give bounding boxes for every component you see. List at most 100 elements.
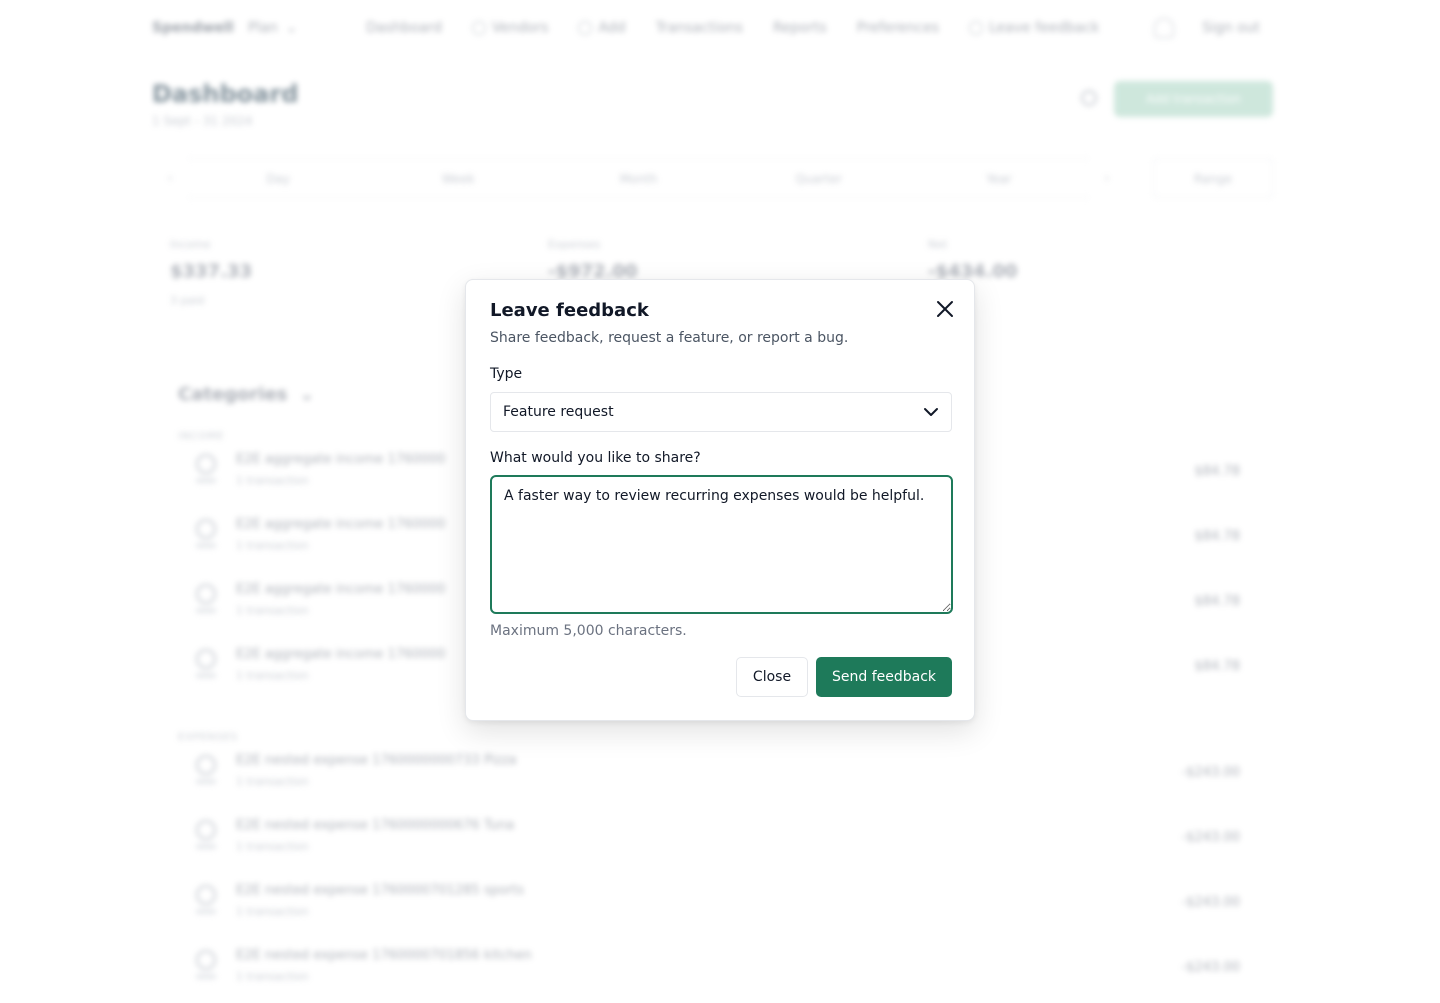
send-feedback-button[interactable]: Send feedback — [816, 657, 952, 697]
top-nav: Spendwell Plan ⌄ Dashboard Vendors Add T… — [152, 12, 1260, 44]
category-amount: $84.78 — [1194, 529, 1241, 544]
chevron-left-icon[interactable]: ‹ — [152, 171, 188, 185]
category-amount: $84.78 — [1194, 464, 1241, 479]
category-icon — [196, 820, 216, 840]
category-amount: -$243.00 — [1181, 765, 1240, 780]
date-range-bar: ‹ Day Week Month Quarter Year › Range — [152, 158, 1274, 198]
nav-link-dashboard[interactable]: Dashboard — [366, 20, 442, 36]
chevron-right-icon[interactable]: › — [1089, 171, 1125, 185]
category-name: E2E aggregate income 1760000 — [236, 647, 446, 662]
category-icon-base — [196, 844, 216, 849]
dialog-title: Leave feedback — [490, 300, 649, 321]
category-row[interactable]: E2E nested expense 1760000701856 kitchen… — [178, 938, 1240, 1003]
summary-value: $337.33 — [170, 261, 252, 282]
character-limit-hint: Maximum 5,000 characters. — [490, 623, 687, 639]
summary-sub: 3 paid — [170, 294, 205, 307]
category-row[interactable]: E2E nested expense 1760000000676 Tuna 1 t… — [178, 808, 1240, 873]
category-name: E2E aggregate income 1760000 — [236, 517, 446, 532]
message-textarea[interactable] — [490, 475, 953, 614]
range-quarter[interactable]: Quarter — [728, 158, 909, 198]
plan-switcher[interactable]: Plan ⌄ — [248, 20, 344, 36]
settings-icon[interactable] — [1081, 90, 1097, 106]
close-icon-glyph — [937, 301, 953, 317]
nav-link-label: Leave feedback — [989, 20, 1100, 36]
category-count: 1 transaction — [236, 474, 309, 487]
close-icon[interactable] — [932, 296, 958, 322]
notifications-icon[interactable] — [1154, 18, 1175, 38]
dialog-subtitle: Share feedback, request a feature, or re… — [490, 330, 849, 346]
range-year[interactable]: Year — [908, 158, 1090, 198]
category-row[interactable]: E2E nested expense 1760000000733 Pizza 1 … — [178, 743, 1240, 808]
categories-title-label: Categories — [178, 384, 288, 405]
message-label: What would you like to share? — [490, 450, 701, 466]
category-row[interactable]: E2E nested expense 1760000701285 sports 1… — [178, 873, 1240, 938]
range-custom[interactable]: Range — [1153, 158, 1274, 198]
category-count: 1 transaction — [236, 775, 309, 788]
category-count: 1 transaction — [236, 604, 309, 617]
add-transaction-button[interactable]: Add transaction — [1114, 81, 1273, 117]
category-icon — [196, 649, 216, 669]
type-label: Type — [490, 366, 523, 382]
category-amount: -$243.00 — [1181, 830, 1240, 845]
nav-link-reports[interactable]: Reports — [773, 20, 827, 36]
range-month[interactable]: Month — [548, 158, 729, 198]
nav-right: Sign out — [1154, 18, 1260, 38]
category-icon — [196, 454, 216, 474]
category-group-label: EXPENSES — [178, 732, 239, 743]
category-icon — [196, 950, 216, 970]
sign-out-link[interactable]: Sign out — [1202, 20, 1260, 36]
category-amount: -$243.00 — [1181, 960, 1240, 975]
nav-link-label: Preferences — [856, 20, 939, 36]
range-day[interactable]: Day — [188, 158, 369, 198]
category-name: E2E nested expense 1760000000676 Tuna — [236, 818, 515, 833]
category-name: E2E nested expense 1760000000733 Pizza — [236, 753, 517, 768]
category-count: 1 transaction — [236, 905, 309, 918]
category-amount: $84.78 — [1194, 659, 1241, 674]
summary-label: Expenses — [548, 238, 601, 251]
range-week[interactable]: Week — [368, 158, 549, 198]
category-name: E2E nested expense 1760000701285 sports — [236, 883, 525, 898]
category-count: 1 transaction — [236, 840, 309, 853]
category-amount: -$243.00 — [1181, 895, 1240, 910]
type-select[interactable]: Feature request — [490, 392, 952, 432]
category-icon-base — [196, 673, 216, 678]
category-icon — [196, 755, 216, 775]
chevron-down-icon: ⌄ — [299, 384, 315, 405]
nav-link-feedback[interactable]: Leave feedback — [969, 20, 1099, 36]
vendors-icon — [471, 21, 486, 35]
category-count: 1 transaction — [236, 669, 309, 682]
brand-logo: Spendwell — [152, 20, 234, 36]
nav-link-label: Vendors — [491, 20, 549, 36]
close-button[interactable]: Close — [736, 657, 808, 697]
nav-link-label: Dashboard — [366, 20, 442, 36]
chevron-down-icon: ⌄ — [285, 20, 298, 36]
category-icon-base — [196, 909, 216, 914]
summary-net: Net -$434.00 — [928, 238, 1017, 282]
category-icon-base — [196, 608, 216, 613]
page-title: Dashboard — [152, 80, 299, 108]
category-name: E2E aggregate income 1760000 — [236, 452, 446, 467]
category-icon-base — [196, 974, 216, 979]
summary-label: Income — [170, 238, 211, 251]
nav-link-preferences[interactable]: Preferences — [857, 20, 939, 36]
nav-link-transactions[interactable]: Transactions — [656, 20, 743, 36]
category-count: 1 transaction — [236, 970, 309, 983]
nav-link-add[interactable]: Add — [578, 20, 626, 36]
category-amount: $84.78 — [1194, 594, 1241, 609]
feedback-icon — [969, 21, 983, 35]
plan-label: Plan — [248, 20, 278, 36]
category-icon-base — [196, 779, 216, 784]
category-icon — [196, 584, 216, 604]
category-count: 1 transaction — [236, 539, 309, 552]
nav-link-label: Reports — [772, 20, 827, 36]
type-select-value: Feature request — [503, 404, 614, 420]
feedback-dialog: Leave feedback Share feedback, request a… — [465, 279, 975, 721]
category-name: E2E nested expense 1760000701856 kitchen — [236, 948, 532, 963]
category-icon-base — [196, 478, 216, 483]
category-icon — [196, 519, 216, 539]
page-date: 1 Sept - 31 2024 — [152, 114, 253, 128]
nav-link-vendors[interactable]: Vendors — [471, 20, 549, 36]
category-name: E2E aggregate income 1760000 — [236, 582, 446, 597]
summary-label: Net — [928, 238, 948, 251]
nav-link-label: Add — [598, 20, 626, 36]
